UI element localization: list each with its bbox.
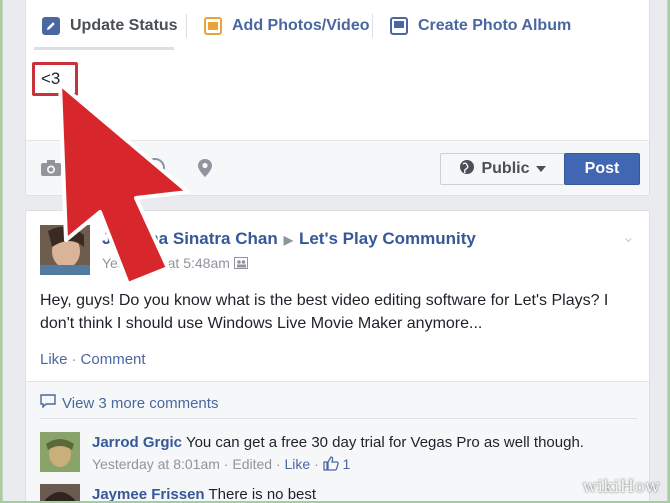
globe-icon: [459, 159, 475, 180]
avatar[interactable]: [40, 225, 90, 275]
separator-dot: ·: [71, 351, 77, 368]
tab-update-status[interactable]: Update Status: [42, 12, 178, 40]
avatar[interactable]: [40, 484, 80, 501]
comment-text: You can get a free 30 day trial for Vega…: [185, 434, 584, 451]
group-audience-icon: [233, 255, 248, 271]
camera-icon[interactable]: [40, 157, 62, 179]
post-text: Hey, guys! Do you know what is the best …: [40, 292, 609, 332]
photo-icon: [204, 17, 222, 35]
view-more-label: View 3 more comments: [62, 394, 219, 412]
feed-story: Jordana Sinatra Chan ▶ Let's Play Communit…: [25, 210, 650, 501]
commenter-name[interactable]: Jaymee Frissen: [92, 486, 205, 501]
comment-item: Jarrod Grgic You can get a free 30 day t…: [40, 432, 640, 476]
comment-body: Jarrod Grgic You can get a free 30 day t…: [92, 434, 584, 451]
status-composer: Update Status Add Photos/Video Create Ph…: [25, 0, 650, 196]
comment-bubble-icon: [40, 394, 56, 412]
status-input[interactable]: <3: [32, 62, 78, 96]
tab-divider: [372, 14, 373, 38]
group-name[interactable]: Let's Play Community: [299, 229, 476, 248]
commenter-name[interactable]: Jarrod Grgic: [92, 434, 182, 451]
story-author-line: Jordana Sinatra Chan ▶ Let's Play Communit…: [102, 229, 476, 249]
tab-divider: [186, 14, 187, 38]
comment-meta: Yesterday at 8:01am · Edited · Like · 1: [92, 456, 350, 472]
screenshot-frame: Update Status Add Photos/Video Create Ph…: [2, 0, 668, 501]
comment-item: Jaymee Frissen There is no best: [40, 484, 640, 501]
edited-link[interactable]: Edited: [232, 456, 272, 472]
comment-like-count: 1: [342, 456, 351, 472]
thumbs-up-icon: [323, 456, 343, 472]
separator-dot: ·: [223, 456, 229, 472]
tab-label: Create Photo Album: [418, 17, 572, 34]
story-timestamp[interactable]: Yesterday at 5:48am: [102, 255, 230, 271]
view-more-comments-link[interactable]: View 3 more comments: [40, 394, 218, 412]
caret-right-icon: ▶: [283, 233, 293, 247]
like-link[interactable]: Like: [40, 351, 68, 368]
tab-label: Update Status: [70, 17, 178, 34]
comments-section: View 3 more comments Jarrod Grgic You ca…: [26, 381, 649, 501]
privacy-label: Public: [481, 160, 530, 177]
avatar[interactable]: [40, 432, 80, 472]
privacy-selector-button[interactable]: Public: [440, 153, 565, 185]
comment-text: There is no best: [208, 486, 317, 501]
location-pin-icon[interactable]: [194, 157, 216, 179]
story-actions: Like · Comment: [40, 351, 146, 368]
emoji-icon[interactable]: [144, 157, 166, 179]
post-button[interactable]: Post: [564, 153, 640, 185]
pencil-icon: [42, 17, 60, 35]
tab-create-photo-album[interactable]: Create Photo Album: [390, 12, 571, 40]
story-options-chevron-icon[interactable]: ⌄: [622, 227, 635, 247]
separator-dot: ·: [314, 456, 319, 472]
composer-footer: Public Post: [26, 140, 649, 195]
album-icon: [390, 17, 408, 35]
story-meta: Yesterday at 5:48am: [102, 255, 248, 271]
comment-timestamp[interactable]: Yesterday at 8:01am: [92, 456, 220, 472]
caret-down-icon: [535, 160, 546, 178]
comment-body: Jaymee Frissen There is no best: [92, 486, 316, 501]
wikihow-watermark: wikiHow: [582, 477, 660, 497]
composer-tabs: Update Status Add Photos/Video Create Ph…: [26, 0, 649, 50]
comment-link[interactable]: Comment: [81, 351, 146, 368]
comment-like-link[interactable]: Like: [285, 456, 311, 472]
separator-dot: ·: [275, 456, 281, 472]
author-name[interactable]: Jordana Sinatra Chan: [102, 229, 278, 248]
tab-label: Add Photos/Video: [232, 17, 370, 34]
active-tab-indicator: [34, 47, 174, 50]
divider: [40, 418, 637, 419]
tab-add-photos-video[interactable]: Add Photos/Video: [204, 12, 369, 40]
